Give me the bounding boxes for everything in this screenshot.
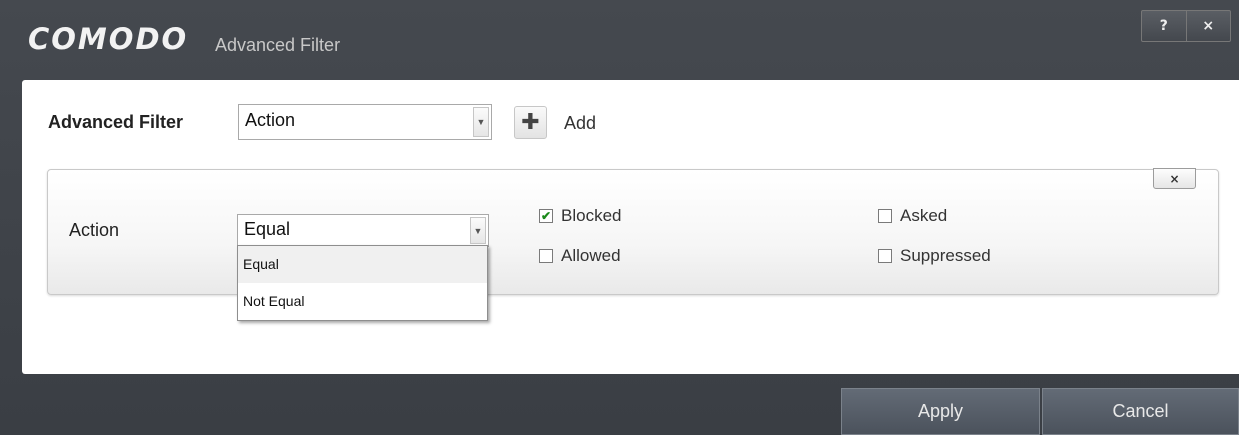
help-button[interactable]: ? <box>1142 11 1186 41</box>
operator-value: Equal <box>244 219 291 239</box>
dropdown-option-not-equal[interactable]: Not Equal <box>238 283 487 320</box>
check-icon[interactable]: ✔ <box>539 209 553 223</box>
checkbox-box[interactable] <box>539 249 553 263</box>
comodo-logo: COMODO <box>28 22 189 56</box>
operator-dropdown-list: Equal Not Equal <box>237 245 488 321</box>
add-button[interactable]: ✚ <box>514 106 547 139</box>
checkbox-label: Blocked <box>561 206 622 225</box>
remove-condition-button[interactable]: × <box>1153 168 1196 189</box>
window-title: Advanced Filter <box>215 35 341 55</box>
plus-icon: ✚ <box>521 110 540 135</box>
checkbox-blocked[interactable]: ✔ Blocked <box>539 206 621 226</box>
window-controls: ? × <box>1141 10 1231 42</box>
checkbox-label: Suppressed <box>900 246 991 265</box>
checkbox-asked[interactable]: Asked <box>878 206 947 226</box>
checkbox-box[interactable] <box>878 249 892 263</box>
checkbox-label: Allowed <box>561 246 621 265</box>
add-label[interactable]: Add <box>564 113 596 134</box>
advanced-filter-window: COMODO Advanced Filter ? × Advanced Filt… <box>0 0 1239 435</box>
close-button[interactable]: × <box>1185 11 1231 41</box>
condition-label: Action <box>69 220 120 240</box>
advanced-filter-label: Advanced Filter <box>48 112 184 132</box>
checkbox-box[interactable] <box>878 209 892 223</box>
dialog-content: Advanced Filter Action ▼ ✚ Add × Action … <box>22 80 1239 374</box>
checkbox-label: Asked <box>900 206 948 225</box>
chevron-down-icon[interactable]: ▼ <box>470 217 486 244</box>
condition-panel <box>47 169 1219 295</box>
dropdown-option-equal[interactable]: Equal <box>238 246 487 283</box>
checkbox-suppressed[interactable]: Suppressed <box>878 246 991 266</box>
filter-field-value: Action <box>245 110 296 130</box>
operator-select[interactable]: Equal ▼ <box>237 214 489 247</box>
checkbox-allowed[interactable]: Allowed <box>539 246 621 266</box>
filter-field-select[interactable]: Action ▼ <box>238 104 492 140</box>
title-bar: COMODO Advanced Filter ? × <box>0 0 1239 80</box>
apply-button[interactable]: Apply <box>841 388 1040 435</box>
cancel-button[interactable]: Cancel <box>1042 388 1239 435</box>
chevron-down-icon[interactable]: ▼ <box>473 107 489 137</box>
